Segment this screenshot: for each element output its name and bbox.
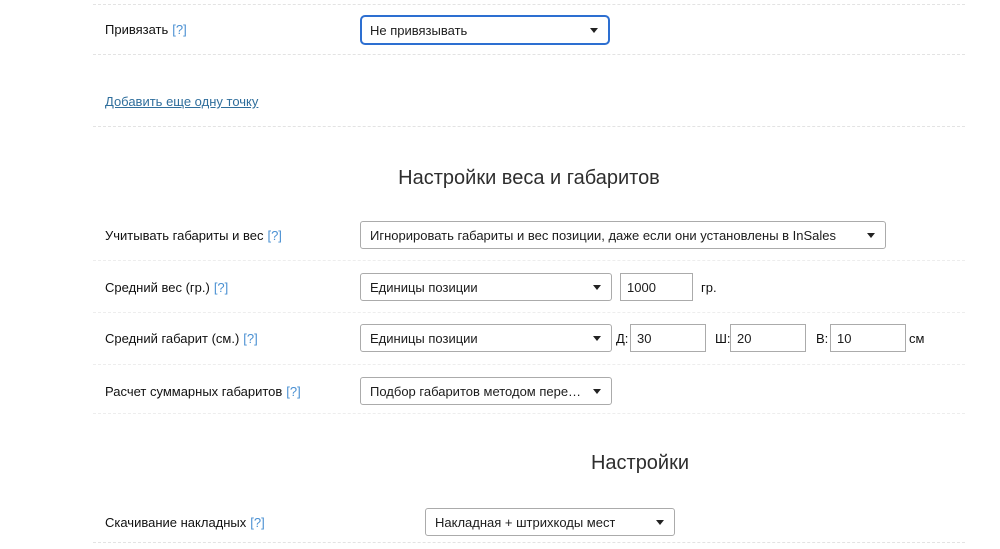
bind-help-link[interactable]: [?] bbox=[172, 22, 186, 37]
add-point-link[interactable]: Добавить еще одну точку bbox=[105, 94, 258, 109]
separator bbox=[93, 126, 965, 127]
total-dims-label-text: Расчет суммарных габаритов bbox=[105, 384, 282, 399]
avg-weight-unit: гр. bbox=[701, 280, 717, 295]
avg-weight-row-label: Средний вес (гр.) [?] bbox=[105, 280, 228, 295]
weight-section-title: Настройки веса и габаритов bbox=[398, 167, 660, 190]
separator bbox=[93, 542, 965, 543]
dim-height-label: В: bbox=[816, 331, 828, 346]
waybill-label-text: Скачивание накладных bbox=[105, 515, 246, 530]
waybill-row-label: Скачивание накладных [?] bbox=[105, 515, 265, 530]
avg-weight-select[interactable]: Единицы позиции bbox=[360, 273, 612, 301]
bind-select[interactable]: Не привязывать bbox=[360, 15, 610, 45]
bind-row-label: Привязать [?] bbox=[105, 22, 187, 37]
separator bbox=[93, 413, 965, 414]
settings-page: Привязать [?] Не привязывать Добавить еще… bbox=[0, 0, 1000, 549]
avg-weight-input[interactable] bbox=[620, 273, 693, 301]
waybill-help-link[interactable]: [?] bbox=[250, 515, 264, 530]
bind-label-text: Привязать bbox=[105, 22, 168, 37]
avg-dims-help-link[interactable]: [?] bbox=[243, 331, 257, 346]
separator bbox=[93, 364, 965, 365]
settings-section-title: Настройки bbox=[591, 452, 689, 475]
waybill-select-value: Накладная + штрихкоды мест bbox=[435, 515, 615, 530]
consider-row-label: Учитывать габариты и вес [?] bbox=[105, 228, 282, 243]
dim-length-input[interactable] bbox=[630, 324, 706, 352]
dim-length-label: Д: bbox=[616, 331, 628, 346]
chevron-down-icon bbox=[593, 285, 601, 290]
avg-weight-help-link[interactable]: [?] bbox=[214, 280, 228, 295]
avg-dims-select-value: Единицы позиции bbox=[370, 331, 478, 346]
dim-width-input[interactable] bbox=[730, 324, 806, 352]
total-dims-select-value: Подбор габаритов методом перебора bbox=[370, 384, 587, 399]
separator bbox=[93, 54, 965, 55]
separator bbox=[93, 260, 965, 261]
total-dims-row-label: Расчет суммарных габаритов [?] bbox=[105, 384, 301, 399]
chevron-down-icon bbox=[867, 233, 875, 238]
total-dims-help-link[interactable]: [?] bbox=[286, 384, 300, 399]
consider-label-text: Учитывать габариты и вес bbox=[105, 228, 263, 243]
consider-select-value: Игнорировать габариты и вес позиции, даж… bbox=[370, 228, 836, 243]
avg-dims-select[interactable]: Единицы позиции bbox=[360, 324, 612, 352]
bind-select-value: Не привязывать bbox=[370, 23, 467, 38]
chevron-down-icon bbox=[593, 389, 601, 394]
chevron-down-icon bbox=[593, 336, 601, 341]
chevron-down-icon bbox=[656, 520, 664, 525]
avg-dims-label-text: Средний габарит (см.) bbox=[105, 331, 239, 346]
avg-dims-row-label: Средний габарит (см.) [?] bbox=[105, 331, 258, 346]
dim-width-label: Ш: bbox=[715, 331, 731, 346]
total-dims-select[interactable]: Подбор габаритов методом перебора bbox=[360, 377, 612, 405]
separator bbox=[93, 4, 965, 5]
avg-weight-label-text: Средний вес (гр.) bbox=[105, 280, 210, 295]
dim-height-input[interactable] bbox=[830, 324, 906, 352]
avg-dims-unit: см bbox=[909, 331, 924, 346]
consider-help-link[interactable]: [?] bbox=[267, 228, 281, 243]
separator bbox=[93, 312, 965, 313]
chevron-down-icon bbox=[590, 28, 598, 33]
avg-weight-select-value: Единицы позиции bbox=[370, 280, 478, 295]
waybill-select[interactable]: Накладная + штрихкоды мест bbox=[425, 508, 675, 536]
consider-select[interactable]: Игнорировать габариты и вес позиции, даж… bbox=[360, 221, 886, 249]
